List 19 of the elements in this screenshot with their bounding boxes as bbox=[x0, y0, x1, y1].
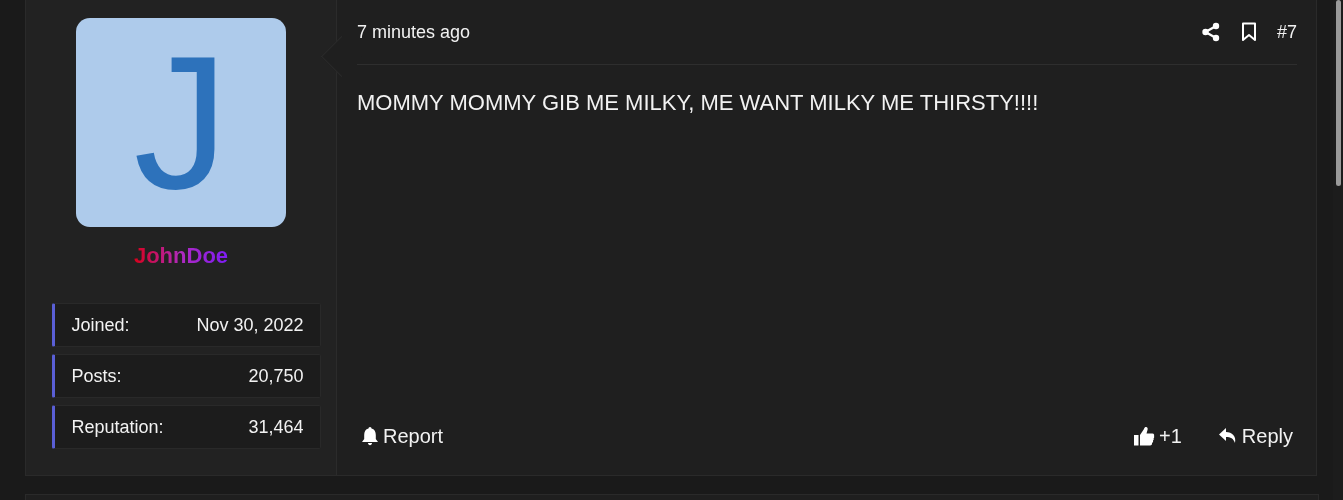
stat-label: Joined: bbox=[71, 314, 130, 336]
bookmark-icon[interactable] bbox=[1240, 22, 1257, 42]
avatar: J bbox=[76, 18, 286, 227]
reply-button[interactable]: Reply bbox=[1213, 424, 1297, 448]
stat-value: Nov 30, 2022 bbox=[196, 314, 304, 336]
bell-icon bbox=[361, 426, 379, 446]
stat-label: Reputation: bbox=[71, 416, 164, 438]
report-button[interactable]: Report bbox=[357, 424, 448, 448]
reply-icon bbox=[1217, 427, 1238, 445]
scrollbar-thumb[interactable] bbox=[1335, 0, 1341, 186]
stat-label: Posts: bbox=[71, 365, 122, 387]
like-button[interactable]: +1 bbox=[1129, 424, 1186, 448]
stat-value: 31,464 bbox=[248, 416, 304, 438]
post-number[interactable]: #7 bbox=[1276, 21, 1297, 43]
post-time[interactable]: 7 minutes ago bbox=[357, 21, 471, 43]
stat-value: 20,750 bbox=[248, 365, 304, 387]
share-icon[interactable] bbox=[1200, 22, 1221, 42]
thumbs-up-icon bbox=[1133, 426, 1156, 446]
post-body: MOMMY MOMMY GIB ME MILKY, ME WANT MILKY ME THIRSTY!!!! bbox=[357, 90, 1040, 117]
